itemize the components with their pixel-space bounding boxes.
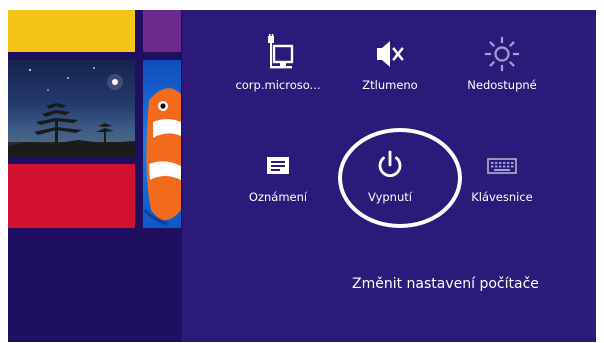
power-button[interactable]: Vypnutí xyxy=(330,144,450,234)
keyboard-button[interactable]: Klávesnice xyxy=(442,144,562,234)
notifications-button[interactable]: Oznámení xyxy=(218,144,338,234)
keyboard-icon xyxy=(442,144,562,188)
keyboard-label: Klávesnice xyxy=(471,190,533,204)
volume-button[interactable]: Ztlumeno xyxy=(330,32,450,122)
start-tile-red[interactable] xyxy=(8,164,135,228)
start-tile-fish[interactable] xyxy=(143,60,181,228)
settings-pane: corp.microso... Ztlumeno Nedostupné Ozná… xyxy=(182,10,596,342)
brightness-button[interactable]: Nedostupné xyxy=(442,32,562,122)
brightness-icon xyxy=(442,32,562,76)
volume-label: Ztlumeno xyxy=(362,78,418,92)
network-label: corp.microso... xyxy=(235,78,321,92)
brightness-label: Nedostupné xyxy=(467,78,537,92)
power-icon xyxy=(330,144,450,188)
clownfish-image xyxy=(143,88,181,226)
night-tree-photo xyxy=(8,67,135,158)
speaker-muted-icon xyxy=(330,32,450,76)
start-tile-purple[interactable] xyxy=(143,10,181,52)
power-label: Vypnutí xyxy=(368,190,412,204)
start-tile-photos[interactable] xyxy=(8,60,135,158)
screen: corp.microso... Ztlumeno Nedostupné Ozná… xyxy=(8,10,596,342)
network-button[interactable]: corp.microso... xyxy=(218,32,338,122)
notifications-icon xyxy=(218,144,338,188)
network-plug-icon xyxy=(218,32,338,76)
notifications-label: Oznámení xyxy=(248,190,308,204)
start-tile-yellow[interactable] xyxy=(8,10,135,52)
change-pc-settings-link[interactable]: Změnit nastavení počítače xyxy=(352,276,539,292)
